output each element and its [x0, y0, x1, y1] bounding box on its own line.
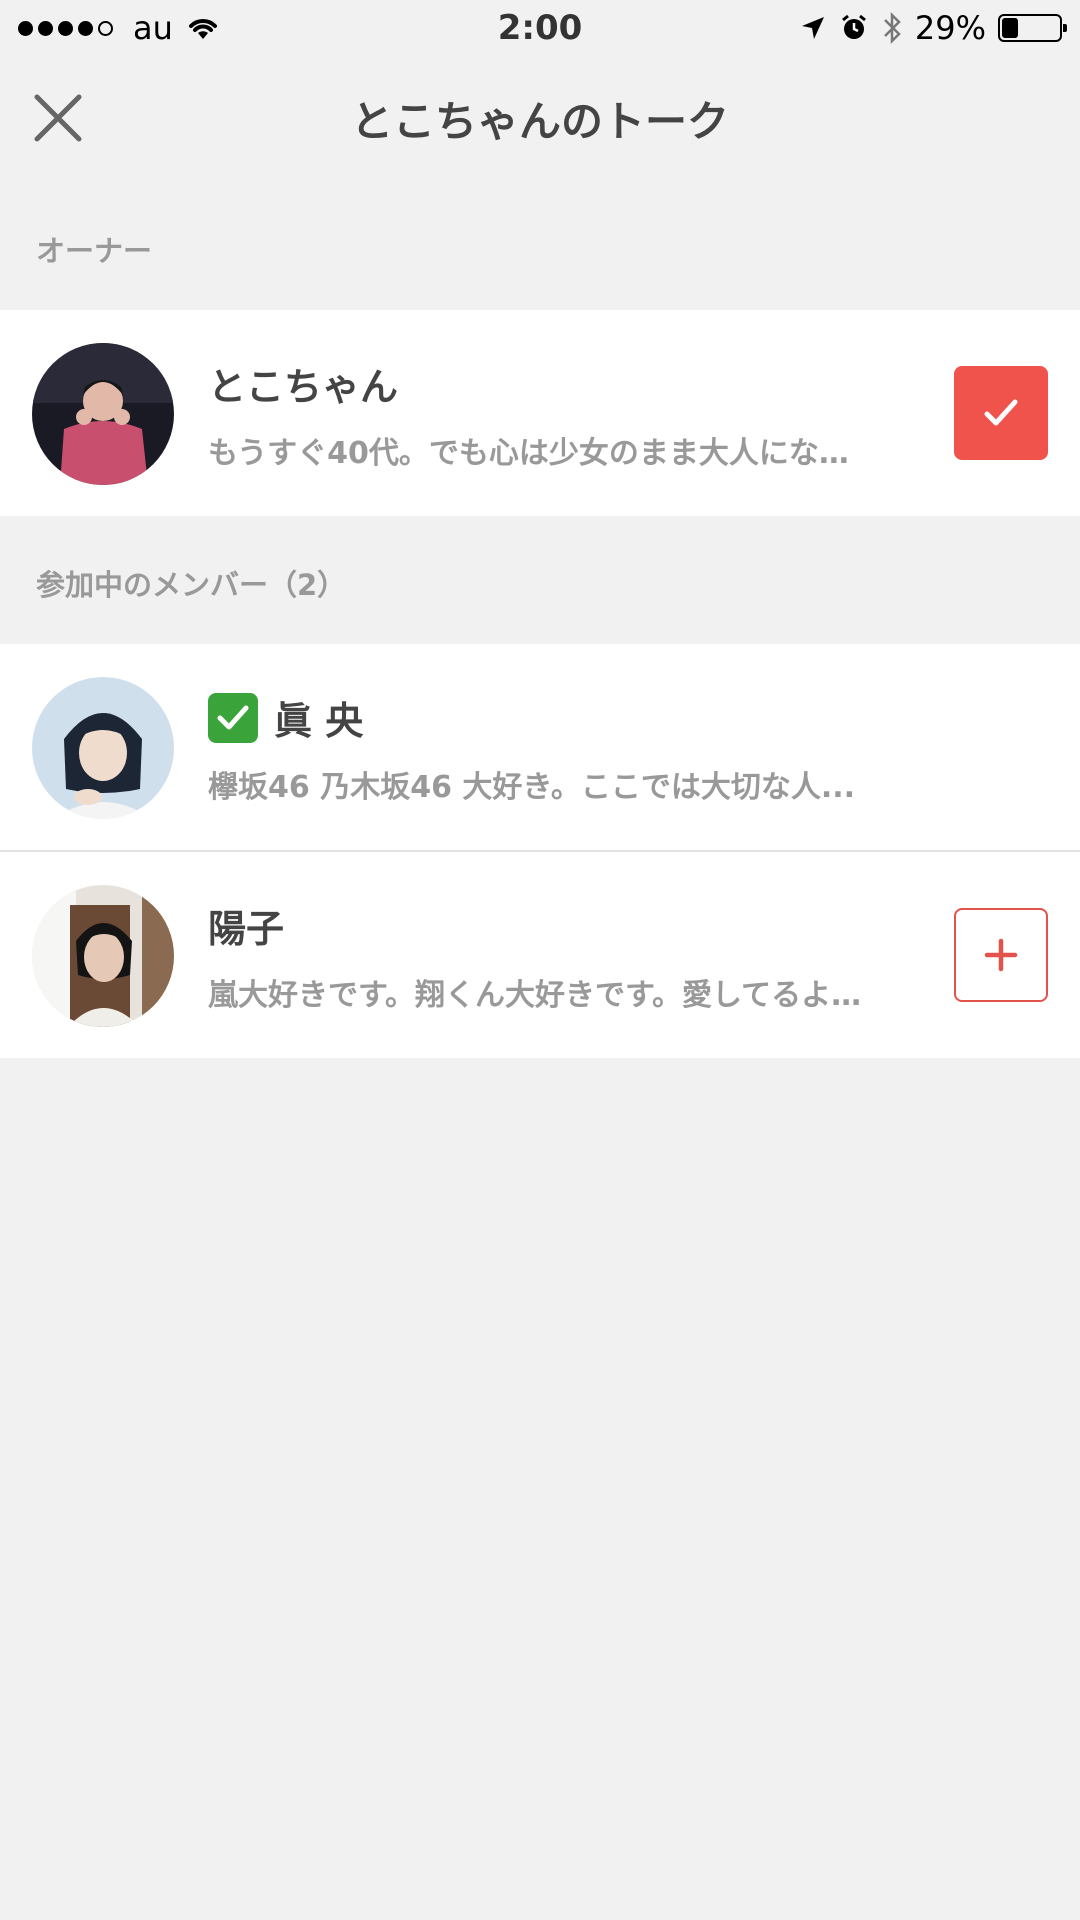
- checkmark-icon: [984, 399, 1018, 426]
- close-icon: [34, 94, 82, 142]
- avatar[interactable]: [32, 885, 174, 1027]
- member-bio: 欅坂46 乃木坂46 大好き。ここでは大切な人...: [208, 770, 856, 805]
- status-bar: au 29%: [0, 0, 1080, 56]
- location-arrow-icon: [801, 17, 824, 39]
- avatar[interactable]: [32, 677, 174, 819]
- owner-check-button[interactable]: [954, 366, 1048, 460]
- owner-section-label: オーナー: [36, 234, 153, 268]
- owner-bio: もうすぐ40代。でも心は少女のまま大人にな…: [208, 436, 849, 471]
- verified-check-icon: [208, 692, 258, 743]
- alarm-icon: [841, 14, 866, 39]
- bluetooth-icon: [883, 11, 901, 45]
- member-row[interactable]: 眞 央 欅坂46 乃木坂46 大好き。ここでは大切な人...: [0, 644, 1080, 850]
- avatar[interactable]: [32, 343, 174, 485]
- member-row[interactable]: 陽子 嵐大好きです。翔くん大好きです。愛してるよ…: [0, 852, 1080, 1058]
- status-right: 29%: [799, 9, 1067, 47]
- owner-row[interactable]: とこちゃん もうすぐ40代。でも心は少女のまま大人にな…: [0, 310, 1080, 516]
- members-section-label: 参加中のメンバー（2）: [36, 568, 347, 602]
- member-name-row: 眞 央: [208, 690, 363, 745]
- close-button[interactable]: [30, 90, 86, 146]
- owner-name: とこちゃん: [208, 365, 399, 409]
- page-title: とこちゃんのトーク: [350, 96, 729, 146]
- signal-dot: [58, 20, 73, 36]
- member-bio: 嵐大好きです。翔くん大好きです。愛してるよ…: [208, 978, 862, 1013]
- member-name: 陽子: [208, 907, 285, 951]
- signal-dot: [78, 20, 93, 36]
- member-avatar-image: [32, 885, 174, 1027]
- checkmark-icon: [217, 705, 249, 729]
- member-name: 眞 央: [274, 699, 364, 743]
- carrier-name: au: [133, 9, 173, 47]
- navigation-header: とこちゃんのトーク: [0, 56, 1080, 180]
- signal-strength-icon: [18, 20, 113, 36]
- signal-dot: [38, 20, 53, 36]
- status-left: au: [18, 9, 221, 47]
- plus-icon: [984, 938, 1018, 972]
- owner-avatar-image: [32, 343, 174, 485]
- battery-percentage: 29%: [914, 9, 986, 47]
- battery-fill: [1002, 18, 1018, 38]
- battery-cap: [1063, 24, 1067, 32]
- add-member-button[interactable]: [954, 908, 1048, 1002]
- wifi-icon: [188, 19, 217, 39]
- signal-dot: [18, 20, 33, 36]
- battery-icon: [998, 14, 1067, 42]
- member-avatar-image: [32, 677, 174, 819]
- signal-dot-empty: [98, 20, 113, 36]
